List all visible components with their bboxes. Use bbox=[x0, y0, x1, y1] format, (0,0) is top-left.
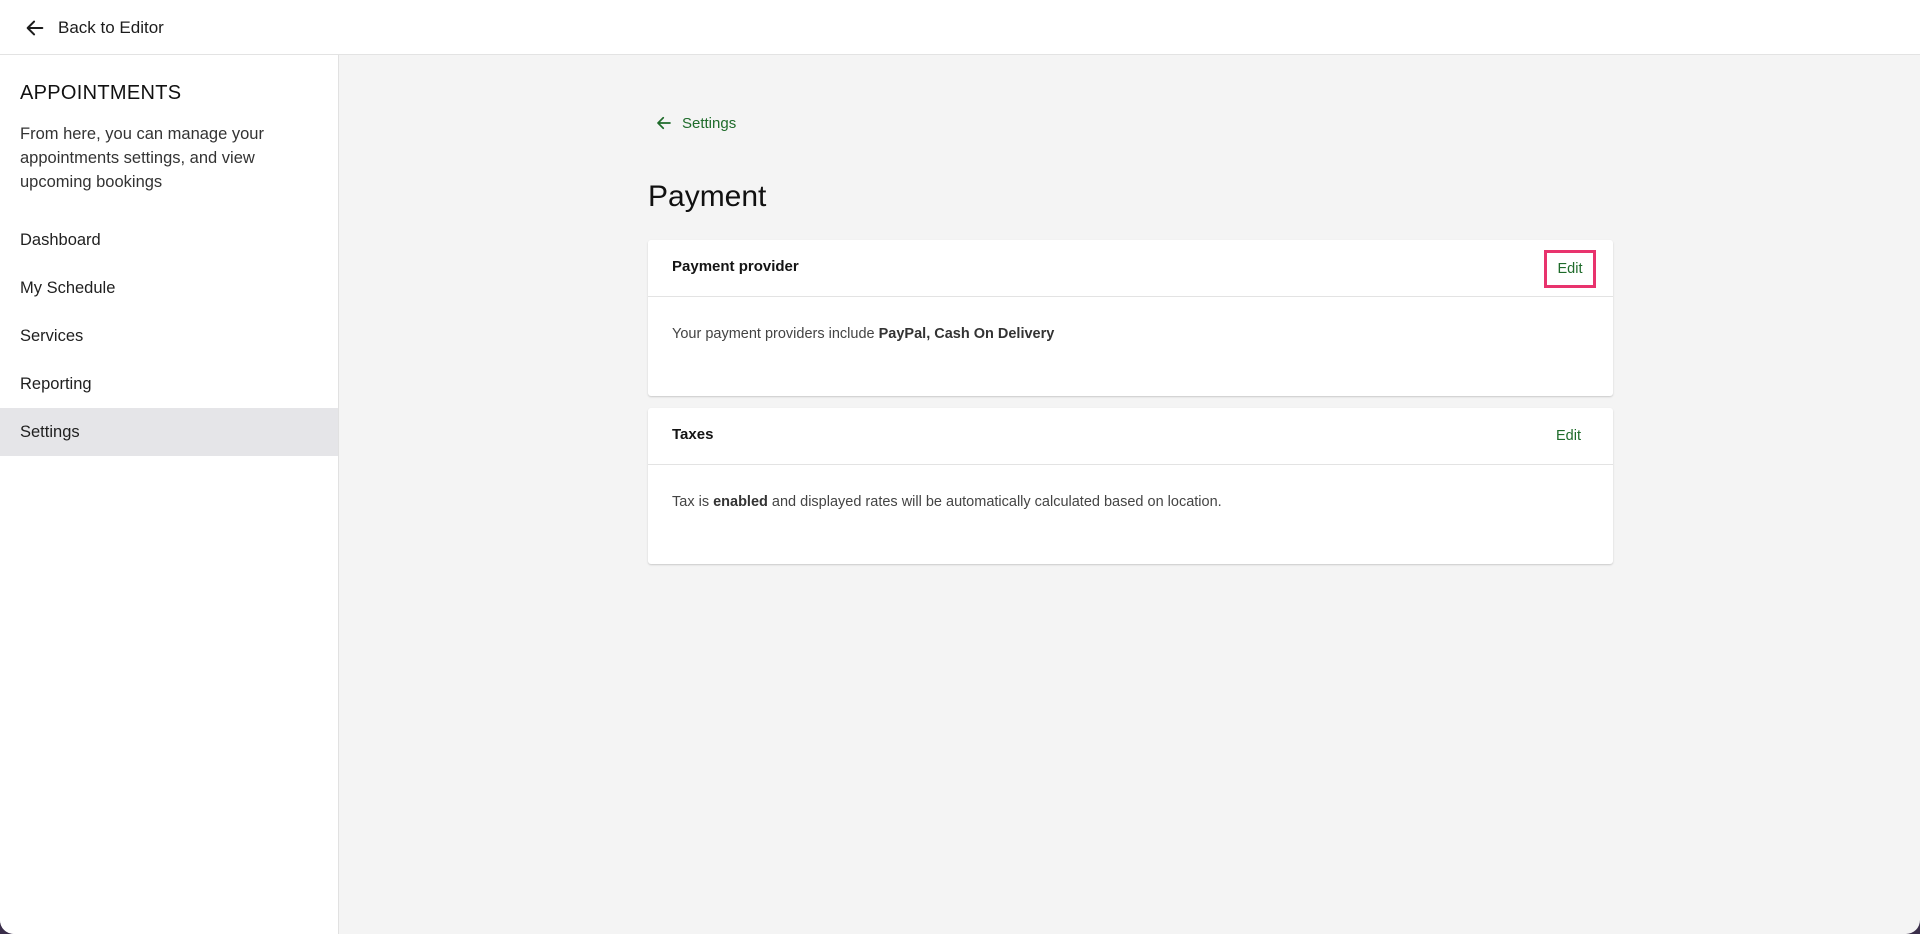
page-title: Payment bbox=[648, 180, 767, 213]
sidebar-title: APPOINTMENTS bbox=[20, 82, 182, 104]
sidebar-nav: Dashboard My Schedule Services Reporting… bbox=[0, 216, 338, 456]
card-header: Taxes Edit bbox=[648, 408, 1613, 465]
arrow-left-icon bbox=[24, 17, 46, 39]
edit-taxes-button[interactable]: Edit bbox=[1556, 428, 1581, 444]
card-title: Payment provider bbox=[672, 258, 799, 275]
edit-payment-provider-button[interactable]: Edit bbox=[1544, 250, 1596, 288]
breadcrumb-label: Settings bbox=[682, 114, 737, 132]
card-body: Tax is enabled and displayed rates will … bbox=[648, 465, 1613, 564]
sidebar-item-label: Dashboard bbox=[20, 230, 101, 249]
breadcrumb-settings-link[interactable]: Settings bbox=[655, 112, 736, 134]
edit-label: Edit bbox=[1557, 261, 1583, 277]
sidebar-item-label: My Schedule bbox=[20, 278, 116, 297]
card-body: Your payment providers include PayPal, C… bbox=[648, 297, 1613, 396]
back-to-editor-label: Back to Editor bbox=[58, 18, 164, 37]
card-header: Payment provider Edit bbox=[648, 240, 1613, 297]
card-body-highlight: enabled bbox=[713, 494, 768, 510]
sidebar-item-label: Reporting bbox=[20, 374, 92, 393]
card-body-text: Your payment providers include bbox=[672, 326, 879, 342]
sidebar-item-dashboard[interactable]: Dashboard bbox=[0, 216, 338, 264]
sidebar-item-services[interactable]: Services bbox=[0, 312, 338, 360]
payment-provider-card: Payment provider Edit Your payment provi… bbox=[648, 240, 1613, 396]
card-body-highlight: PayPal, Cash On Delivery bbox=[878, 326, 1055, 342]
sidebar-item-reporting[interactable]: Reporting bbox=[0, 360, 338, 408]
card-body-text: Tax is bbox=[672, 494, 714, 510]
taxes-card: Taxes Edit Tax is enabled and displayed … bbox=[648, 408, 1613, 564]
sidebar-item-label: Settings bbox=[20, 422, 80, 441]
sidebar-item-label: Services bbox=[20, 326, 84, 345]
sidebar-description: From here, you can manage your appointme… bbox=[20, 125, 264, 191]
back-to-editor-button[interactable]: Back to Editor bbox=[24, 14, 164, 42]
sidebar-item-settings[interactable]: Settings bbox=[0, 408, 338, 456]
top-bar: Back to Editor bbox=[0, 0, 1920, 55]
sidebar: APPOINTMENTS From here, you can manage y… bbox=[0, 55, 339, 934]
card-body-text-suffix: and displayed rates will be automaticall… bbox=[767, 494, 1222, 510]
card-title: Taxes bbox=[672, 426, 714, 443]
arrow-left-icon bbox=[655, 114, 673, 132]
sidebar-item-my-schedule[interactable]: My Schedule bbox=[0, 264, 338, 312]
app-window: Back to Editor APPOINTMENTS From here, y… bbox=[0, 0, 1920, 934]
edit-label: Edit bbox=[1556, 428, 1581, 444]
